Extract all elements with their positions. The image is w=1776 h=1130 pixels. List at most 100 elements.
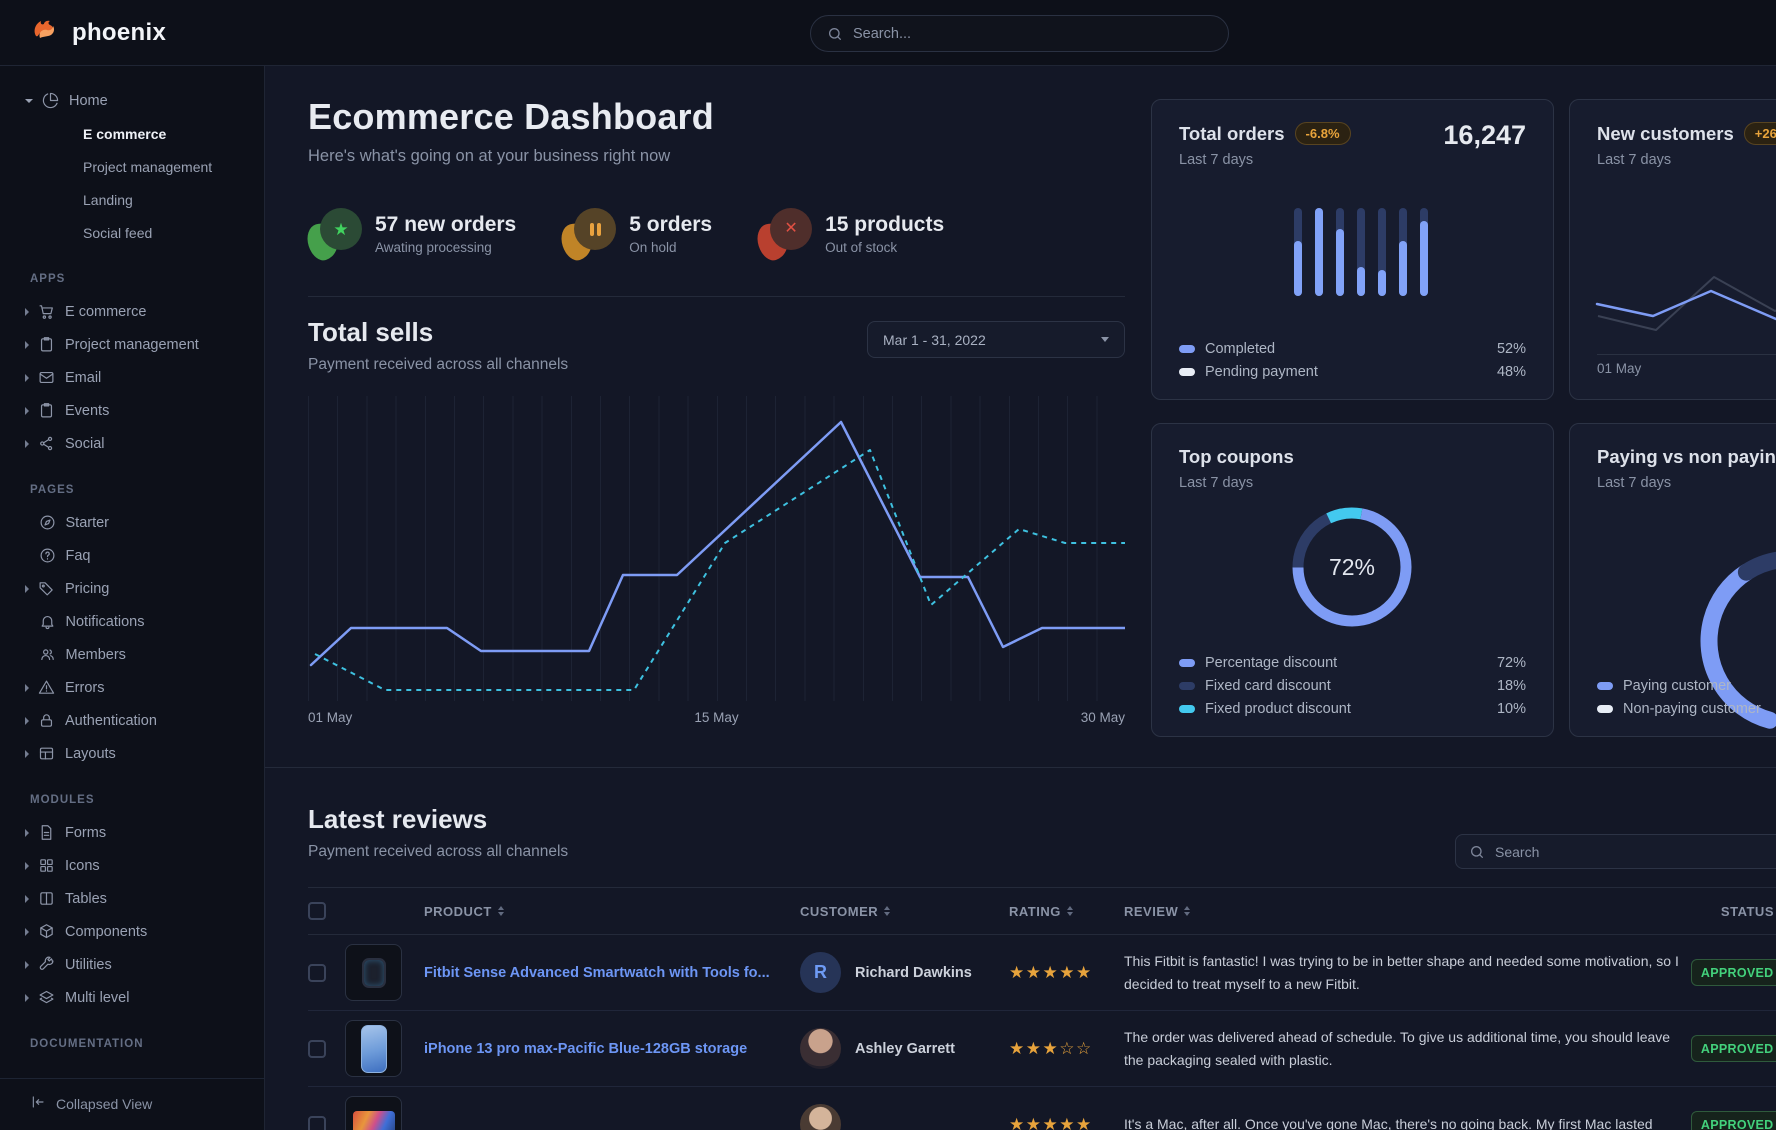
product-thumbnail-iphone <box>345 1020 402 1077</box>
search-input[interactable] <box>853 26 1212 42</box>
sidebar-item-label: Pricing <box>65 581 109 597</box>
search-icon <box>827 26 843 42</box>
legend-pill <box>1179 705 1195 713</box>
legend-pill <box>1179 345 1195 353</box>
sidebar-item-social-feed[interactable]: Social feed <box>0 216 264 249</box>
bell-icon <box>39 613 57 631</box>
sidebar-item-authentication[interactable]: Authentication <box>0 704 264 737</box>
date-range-select[interactable]: Mar 1 - 31, 2022 <box>867 321 1125 358</box>
caret-right-icon <box>25 308 29 316</box>
column-header-status[interactable]: STATUS <box>1690 904 1776 919</box>
sidebar-item-email[interactable]: Email <box>0 361 264 394</box>
sidebar-item-errors[interactable]: Errors <box>0 671 264 704</box>
caret-right-icon <box>25 717 29 725</box>
caret-right-icon <box>25 895 29 903</box>
sidebar-item-social[interactable]: Social <box>0 427 264 460</box>
sidebar-item-project-management[interactable]: Project management <box>0 150 264 183</box>
sidebar-item-home[interactable]: Home <box>0 84 264 117</box>
row-checkbox[interactable] <box>308 1116 326 1130</box>
date-range-value: Mar 1 - 31, 2022 <box>883 332 986 348</box>
sidebar-item-forms[interactable]: Forms <box>0 816 264 849</box>
sidebar-item-label: Social <box>65 436 105 452</box>
product-thumbnail-fitbit <box>345 944 402 1001</box>
legend-value: 10% <box>1497 701 1526 717</box>
card-period: Last 7 days <box>1179 152 1526 168</box>
sidebar-item-faq[interactable]: Faq <box>0 539 264 572</box>
legend-value: 48% <box>1497 364 1526 380</box>
brand-name: phoenix <box>72 19 166 47</box>
sidebar-item-layouts[interactable]: Layouts <box>0 737 264 770</box>
legend-value: 52% <box>1497 341 1526 357</box>
stat-15-products: ✕15 productsOut of stock <box>758 208 944 260</box>
total-orders-card: Total orders -6.8% Last 7 days 16,247 Co… <box>1151 99 1554 400</box>
cart-icon <box>38 303 56 321</box>
column-header-product[interactable]: PRODUCT <box>424 904 800 919</box>
sidebar-item-e-commerce[interactable]: E commerce <box>0 117 264 150</box>
bar-track <box>1315 208 1323 296</box>
card-title: New customers <box>1597 123 1734 145</box>
legend-label: Fixed product discount <box>1205 701 1351 717</box>
wrench-icon <box>38 956 56 974</box>
sidebar-item-multi-level[interactable]: Multi level <box>0 981 264 1014</box>
sidebar-item-events[interactable]: Events <box>0 394 264 427</box>
sidebar-item-notifications[interactable]: Notifications <box>0 605 264 638</box>
sidebar-item-pricing[interactable]: Pricing <box>0 572 264 605</box>
total-sells-title: Total sells <box>308 317 568 348</box>
rating-stars: ★★★★★ <box>1009 963 1124 983</box>
sidebar-item-icons[interactable]: Icons <box>0 849 264 882</box>
reviews-search[interactable] <box>1455 834 1776 869</box>
sidebar-item-members[interactable]: Members <box>0 638 264 671</box>
legend-label: Non-paying customer <box>1623 701 1761 717</box>
bar-track <box>1420 208 1428 296</box>
orders-legend: Completed52%Pending payment48% <box>1179 337 1526 383</box>
product-link[interactable]: Fitbit Sense Advanced Smartwatch with To… <box>424 965 800 981</box>
row-checkbox[interactable] <box>308 964 326 982</box>
row-checkbox[interactable] <box>308 1040 326 1058</box>
avatar <box>800 1028 841 1069</box>
sidebar-item-project-management[interactable]: Project management <box>0 328 264 361</box>
sidebar-item-label: Members <box>66 647 126 663</box>
sidebar-item-components[interactable]: Components <box>0 915 264 948</box>
collapsed-view-toggle[interactable]: Collapsed View <box>0 1078 264 1130</box>
table-body: Fitbit Sense Advanced Smartwatch with To… <box>308 935 1776 1130</box>
status-badge: APPROVED ✓ <box>1691 1035 1776 1062</box>
bar-track <box>1357 208 1365 296</box>
brand-logo[interactable]: phoenix <box>30 14 166 51</box>
reviews-search-input[interactable] <box>1495 844 1776 860</box>
caret-right-icon <box>25 374 29 382</box>
help-icon <box>39 547 57 565</box>
column-header-rating[interactable]: RATING <box>1009 904 1124 919</box>
sidebar-item-e-commerce[interactable]: E commerce <box>0 295 264 328</box>
sidebar-item-label: Landing <box>83 192 133 208</box>
column-header-review[interactable]: REVIEW <box>1124 904 1690 919</box>
phoenix-flame-icon <box>30 14 62 51</box>
stat-text: 5 ordersOn hold <box>629 213 712 255</box>
chevron-down-icon <box>1101 337 1109 342</box>
product-link[interactable]: iPhone 13 pro max-Pacific Blue-128GB sto… <box>424 1041 800 1057</box>
x-glyph: ✕ <box>784 221 797 237</box>
pause-stat-icon <box>562 208 616 260</box>
status-badge: APPROVED ✓ <box>1691 1111 1776 1130</box>
product-thumb-cell <box>345 944 424 1001</box>
bar-completed <box>1336 229 1344 296</box>
sidebar-item-utilities[interactable]: Utilities <box>0 948 264 981</box>
product-thumb-cell <box>345 1020 424 1077</box>
global-search[interactable] <box>810 15 1229 52</box>
column-header-customer[interactable]: CUSTOMER <box>800 904 1009 919</box>
sidebar-section-label-documentation: DOCUMENTATION <box>0 1014 264 1060</box>
legend-value: 18% <box>1497 678 1526 694</box>
tag-icon <box>38 580 56 598</box>
sidebar-item-tables[interactable]: Tables <box>0 882 264 915</box>
grid-icon <box>38 857 56 875</box>
status-cell: APPROVED ✓ <box>1690 1035 1776 1062</box>
stat-value: 57 new orders <box>375 213 516 237</box>
review-text: It's a Mac, after all. Once you've gone … <box>1124 1113 1684 1130</box>
sidebar-item-label: E commerce <box>83 126 166 142</box>
select-all-checkbox[interactable] <box>308 902 326 920</box>
stat-value: 5 orders <box>629 213 712 237</box>
pie-chart-icon <box>42 92 60 110</box>
sidebar-item-landing[interactable]: Landing <box>0 183 264 216</box>
x-label: 30 May <box>1081 710 1125 725</box>
sidebar-item-starter[interactable]: Starter <box>0 506 264 539</box>
card-period: Last 7 days <box>1597 152 1776 168</box>
